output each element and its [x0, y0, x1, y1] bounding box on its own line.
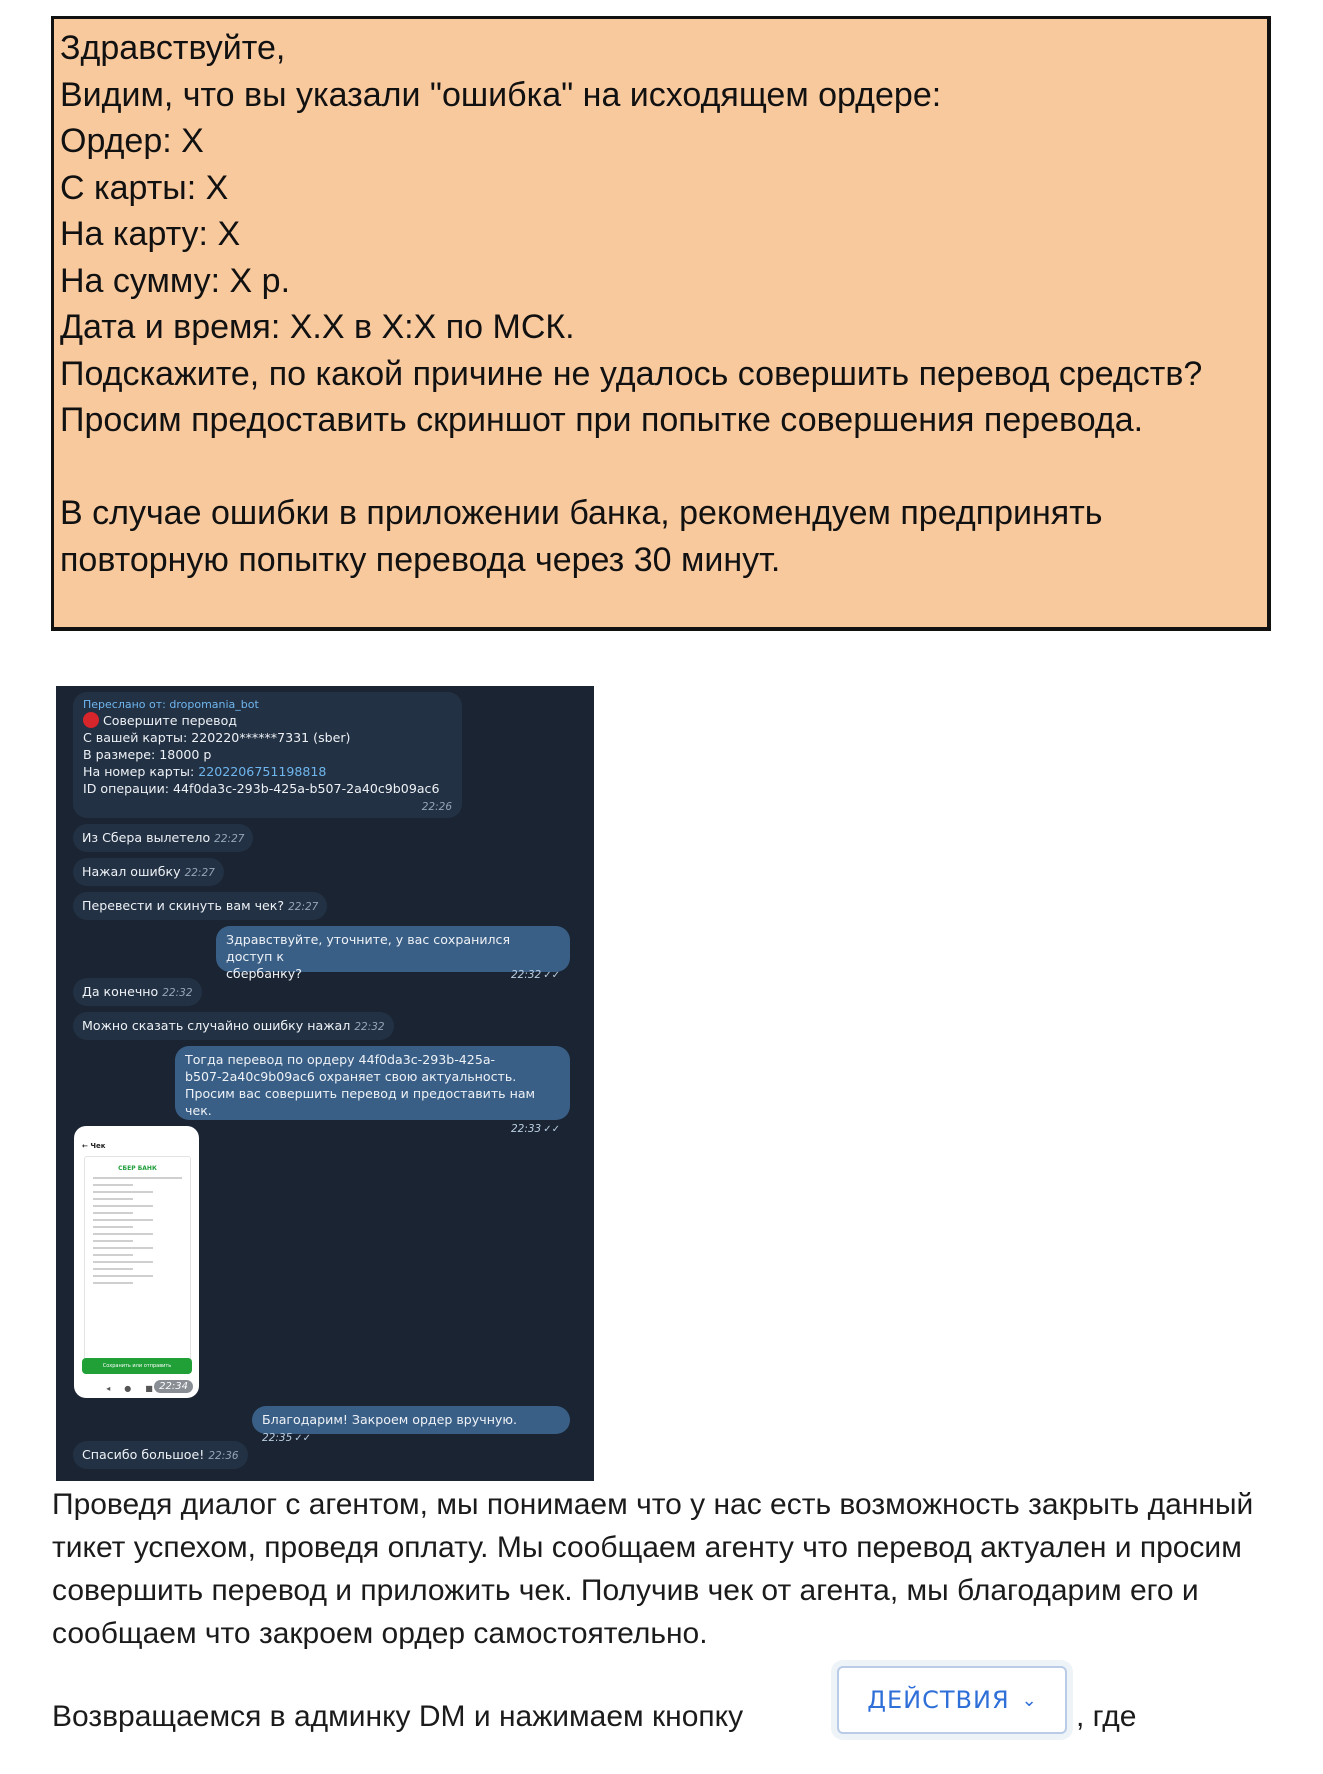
receipt-row	[93, 1261, 153, 1263]
chat-message: Перевести и скинуть вам чек? 22:27	[73, 892, 328, 920]
message-time: 22:32	[510, 969, 542, 981]
template-line: С карты: X	[60, 168, 229, 207]
phone-status-bar	[74, 1126, 199, 1140]
receipt-row	[93, 1282, 133, 1284]
receipt-row	[93, 1177, 182, 1179]
double-check-icon: ✓✓	[294, 1433, 312, 1444]
template-line: В случае ошибки в приложении банка, реко…	[60, 494, 1103, 532]
forwarded-message: Переслано от: dropomania_bot Совершите п…	[73, 692, 462, 818]
receipt-row	[93, 1240, 133, 1242]
chat-message: Спасибо большое! 22:36	[73, 1441, 248, 1469]
instruction-paragraph-2: Возвращаемся в админку DM и нажимаем кно…	[52, 1700, 744, 1733]
message-text: Нажал ошибку	[82, 864, 181, 879]
instruction-paragraph: Проведя диалог с агентом, мы понимаем чт…	[52, 1488, 1254, 1650]
message-time: 22:27	[288, 901, 319, 913]
receipt-row	[93, 1219, 153, 1221]
receipt-row	[93, 1191, 153, 1193]
save-receipt-button: Сохранить или отправить	[82, 1358, 192, 1374]
message-time: 22:27	[184, 867, 215, 879]
actions-button[interactable]: ДЕЙСТВИЯ ⌄	[837, 1666, 1067, 1734]
receipt-card: СБЕР БАНК	[84, 1156, 191, 1368]
template-line: Здравствуйте,	[60, 29, 286, 67]
chat-message-outgoing: Благодарим! Закроем ордер вручную. 22:35…	[252, 1406, 570, 1444]
message-time: 22:33	[510, 1123, 542, 1135]
message-text: Спасибо большое!	[82, 1447, 205, 1462]
receipt-screen-title: ← Чек	[82, 1142, 106, 1150]
instruction-paragraph-2-end: , где	[1076, 1700, 1137, 1733]
template-line: Дата и время: X.X в X:X по МСК.	[60, 308, 575, 346]
receipt-row	[93, 1198, 133, 1200]
message-text: Просим вас совершить перевод и предостав…	[185, 1086, 536, 1118]
double-check-icon: ✓✓	[543, 1124, 560, 1135]
chat-message: Можно сказать случайно ошибку нажал 22:3…	[73, 1012, 394, 1040]
receipt-row	[93, 1275, 153, 1277]
message-time: 22:36	[208, 1450, 239, 1462]
message-time: 22:26	[421, 801, 452, 813]
double-check-icon: ✓✓	[543, 970, 560, 981]
message-text: Можно сказать случайно ошибку нажал	[82, 1018, 351, 1033]
forwarded-line: В размере: 18000 р	[83, 747, 212, 762]
receipt-row	[93, 1254, 133, 1256]
chat-message-outgoing: Тогда перевод по ордеру 44f0da3c-293b-42…	[175, 1046, 570, 1135]
chevron-down-icon: ⌄	[1021, 1689, 1037, 1711]
message-text: b507-2a40c9b09ac6 охраняет свою актуальн…	[185, 1069, 517, 1084]
receipt-row	[93, 1184, 133, 1186]
chat-message: Нажал ошибку 22:27	[73, 858, 224, 886]
template-line: Подскажите, по какой причине не удалось …	[60, 354, 1203, 393]
template-line: Просим предоставить скриншот при попытке…	[60, 401, 1144, 439]
receipt-row	[93, 1247, 153, 1249]
message-time: 22:32	[354, 1021, 385, 1033]
template-line: На сумму: X р.	[60, 261, 291, 300]
receipt-row	[93, 1268, 133, 1270]
message-time: 22:32	[162, 987, 193, 999]
actions-button-label: ДЕЙСТВИЯ	[867, 1686, 1010, 1714]
receipt-photo[interactable]: ← Чек СБЕР БАНК Сохранить или отправить …	[74, 1126, 199, 1398]
forwarded-line: С вашей карты: 220220******7331 (sber)	[83, 730, 351, 745]
forwarded-title: Совершите перевод	[103, 713, 238, 728]
template-line: Ордер: X	[60, 122, 204, 160]
template-line	[60, 444, 1261, 491]
message-text: Перевести и скинуть вам чек?	[82, 898, 285, 913]
red-circle-icon	[83, 712, 99, 728]
message-time: 22:35	[262, 1432, 293, 1444]
message-text: сбербанку?	[226, 966, 302, 981]
template-line: Видим, что вы указали "ошибка" на исходя…	[60, 75, 942, 114]
template-line: На карту: X	[60, 215, 241, 253]
receipt-row	[93, 1226, 133, 1228]
message-text: Здравствуйте, уточните, у вас сохранился…	[226, 932, 511, 964]
chat-screenshot: Переслано от: dropomania_bot Совершите п…	[56, 686, 594, 1481]
forwarded-from: Переслано от: dropomania_bot	[83, 698, 259, 711]
chat-message-outgoing: Здравствуйте, уточните, у вас сохранился…	[216, 926, 570, 981]
message-text: Из Сбера вылетело	[82, 830, 211, 845]
message-template-box: Здравствуйте, Видим, что вы указали "оши…	[51, 16, 1271, 631]
receipt-row	[93, 1212, 133, 1214]
template-line: повторную попытку перевода через 30 мину…	[60, 540, 781, 579]
message-text: Да конечно	[82, 984, 159, 999]
receipt-row	[93, 1205, 153, 1207]
card-number-link[interactable]: 2202206751198818	[198, 764, 326, 779]
receipt-screen-title-text: Чек	[90, 1142, 106, 1150]
forwarded-line: На номер карты:	[83, 764, 199, 779]
message-time: 22:27	[214, 833, 245, 845]
forwarded-line: ID операции: 44f0da3c-293b-425a-b507-2a4…	[83, 781, 440, 796]
message-text: Тогда перевод по ордеру 44f0da3c-293b-42…	[185, 1052, 496, 1067]
chat-message: Да конечно 22:32	[73, 978, 202, 1006]
receipt-row	[93, 1233, 153, 1235]
chat-message: Из Сбера вылетело 22:27	[73, 824, 254, 852]
message-text: Благодарим! Закроем ордер вручную.	[262, 1412, 517, 1427]
photo-time: 22:34	[154, 1380, 193, 1393]
bank-logo: СБЕР БАНК	[118, 1165, 157, 1172]
